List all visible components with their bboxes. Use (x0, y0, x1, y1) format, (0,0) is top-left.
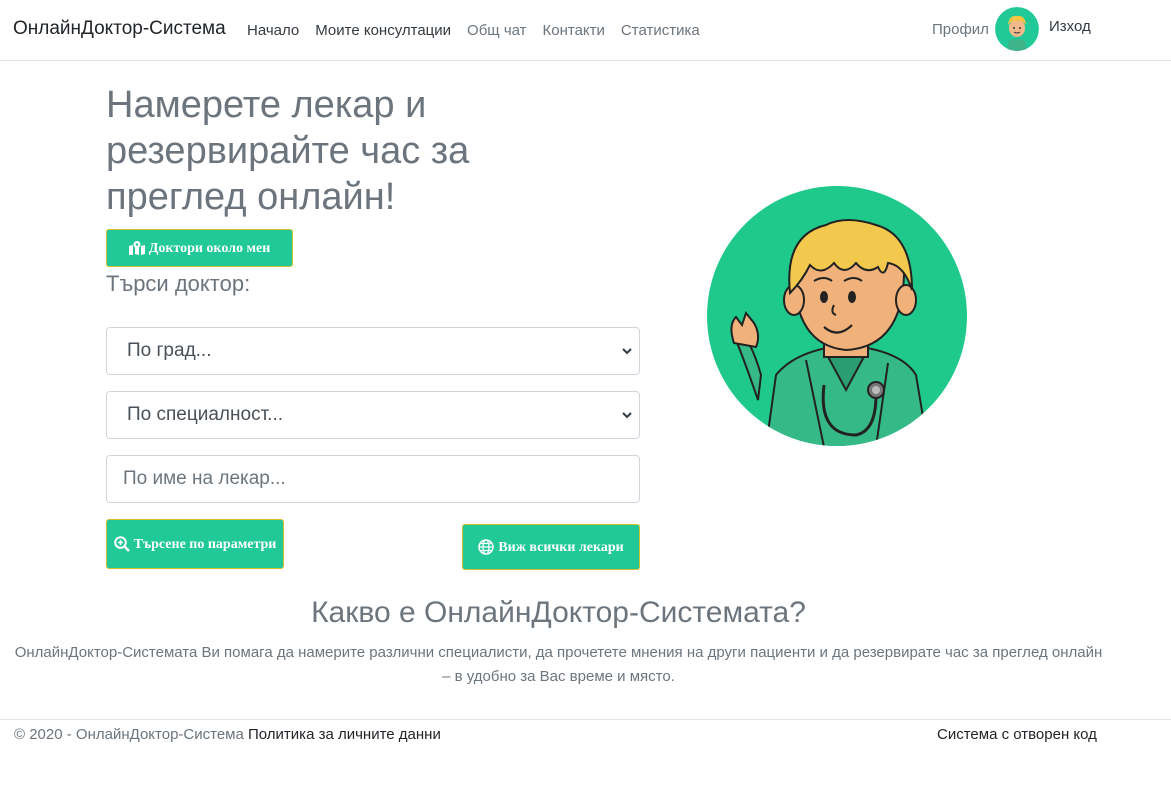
brand-link[interactable]: ОнлайнДоктор-Система (13, 18, 226, 40)
nav-link-home[interactable]: Начало (239, 22, 307, 39)
privacy-policy-link[interactable]: Политика за личните данни (248, 726, 441, 743)
map-marked-icon (128, 241, 145, 255)
doctors-near-me-label: Доктори около мен (148, 240, 271, 256)
doctors-near-me-button[interactable]: Доктори около мен (106, 229, 293, 267)
specialty-select[interactable]: По специалност... (106, 391, 640, 439)
nav-user-area: Профил Изход (932, 7, 1091, 51)
nav-link-my-consultations[interactable]: Моите консултации (307, 22, 459, 39)
doctor-avatar-icon (994, 7, 1039, 51)
search-by-params-label: Търсене по параметри (133, 536, 277, 552)
doctor-name-placeholder: По име на лекар... (123, 468, 286, 489)
navbar: ОнлайнДоктор-Система Начало Моите консул… (0, 0, 1171, 61)
nav-link-statistics[interactable]: Статистика (613, 22, 708, 39)
view-all-doctors-label: Виж всички лекари (498, 539, 624, 555)
view-all-doctors-button[interactable]: Виж всички лекари (462, 524, 640, 570)
doctor-illustration-icon (707, 186, 967, 446)
doctor-name-input[interactable]: По име на лекар... (106, 455, 640, 503)
city-select-value: По град... (127, 340, 212, 361)
city-select[interactable]: По град... (106, 327, 640, 375)
copyright-text: © 2020 - ОнлайнДоктор-Система (14, 726, 244, 743)
about-text: ОнлайнДоктор-Системата Ви помага да наме… (14, 644, 1103, 685)
footer-left: © 2020 - ОнлайнДоктор-Система Политика з… (14, 726, 441, 743)
nav-link-contacts[interactable]: Контакти (535, 22, 613, 39)
about-title: Какво е ОнлайнДоктор-Системата? (311, 596, 806, 629)
open-source-link[interactable]: Система с отворен код (937, 726, 1097, 743)
specialty-select-value: По специалност... (127, 404, 283, 425)
chevron-down-icon (622, 412, 632, 419)
logout-link[interactable]: Изход (1049, 18, 1091, 35)
search-plus-icon (113, 536, 130, 552)
avatar[interactable] (994, 7, 1039, 51)
page-title: Намерете лекар и резервирайте час за пре… (106, 84, 470, 218)
footer: © 2020 - ОнлайнДоктор-Система Политика з… (0, 719, 1171, 788)
chevron-down-icon (622, 348, 632, 355)
profile-link[interactable]: Профил (932, 21, 989, 38)
search-doctor-label: Търси доктор: (106, 271, 251, 296)
nav-link-general-chat[interactable]: Общ чат (459, 22, 534, 39)
search-by-params-button[interactable]: Търсене по параметри (106, 519, 284, 569)
globe-icon (478, 539, 495, 555)
nav-links: Начало Моите консултации Общ чат Контакт… (239, 22, 708, 39)
